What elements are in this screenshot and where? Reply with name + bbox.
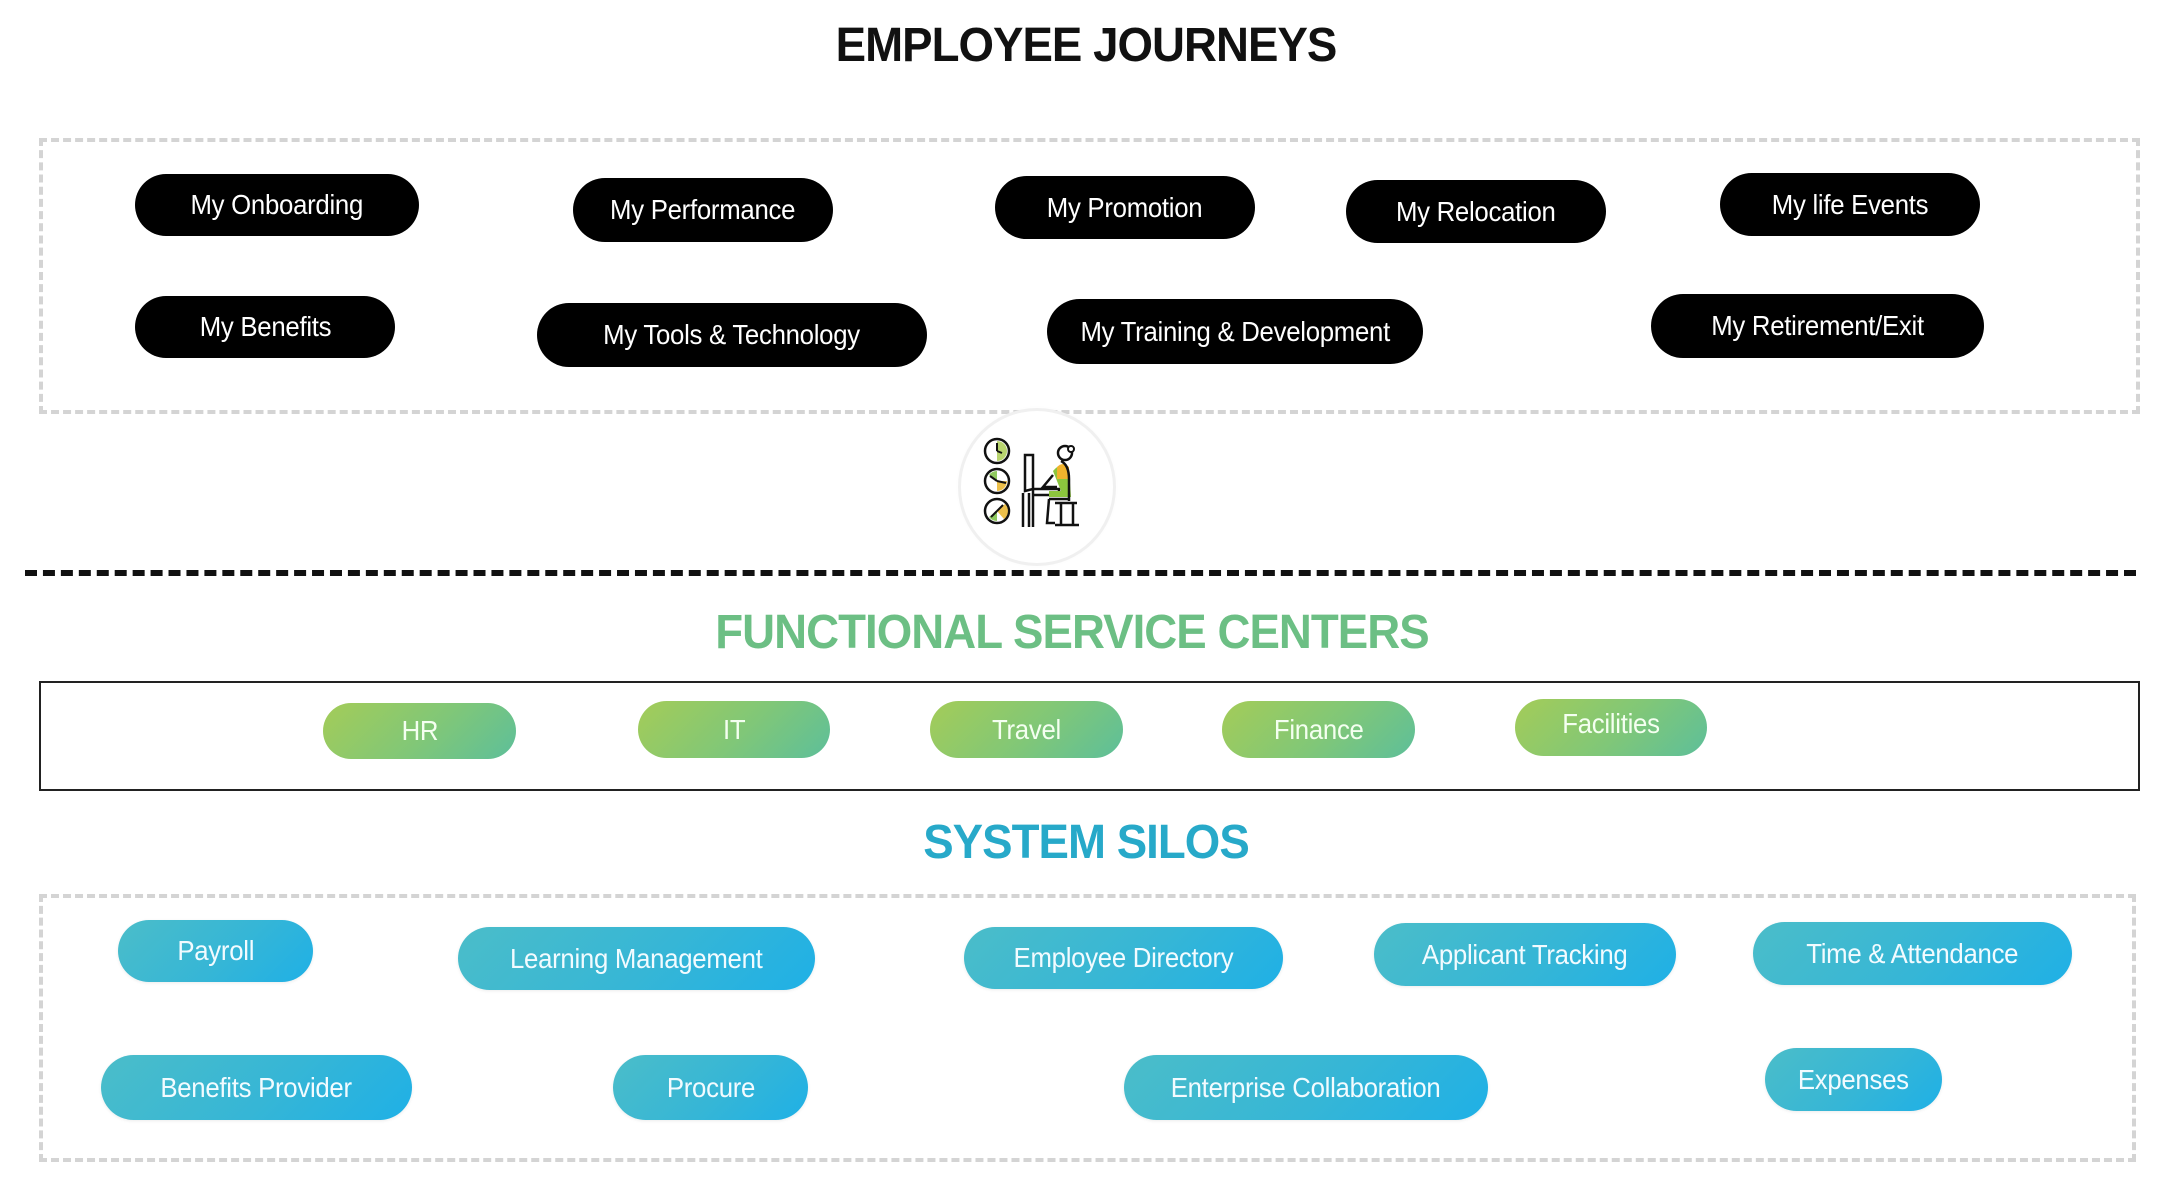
journey-pill-relocation[interactable]: My Relocation — [1346, 180, 1606, 243]
silo-pill-procure[interactable]: Procure — [613, 1055, 808, 1120]
service-center-pill-label: HR — [401, 715, 438, 746]
silo-pill-enterprise-collaboration[interactable]: Enterprise Collaboration — [1124, 1055, 1488, 1120]
clock-icon — [983, 497, 1011, 525]
section-divider — [25, 570, 2136, 576]
silo-pill-label: Enterprise Collaboration — [1171, 1071, 1441, 1103]
journey-pill-retirement-exit[interactable]: My Retirement/Exit — [1651, 294, 1984, 358]
person-icon — [1040, 444, 1079, 527]
silo-pill-label: Procure — [666, 1071, 755, 1103]
journey-pill-label: My Onboarding — [190, 189, 364, 220]
silo-pill-expenses[interactable]: Expenses — [1765, 1048, 1942, 1111]
silo-pill-label: Expenses — [1798, 1063, 1909, 1095]
system-silos-title: SYSTEM SILOS — [923, 816, 1250, 869]
silo-pill-employee-directory[interactable]: Employee Directory — [964, 927, 1283, 989]
journey-pill-promotion[interactable]: My Promotion — [995, 176, 1255, 239]
silo-pill-label: Applicant Tracking — [1422, 938, 1628, 970]
journey-pill-label: My Benefits — [199, 311, 331, 342]
service-center-pill-label: Facilities — [1562, 707, 1660, 739]
service-center-pill-facilities[interactable]: Facilities — [1515, 699, 1707, 756]
service-center-pill-finance[interactable]: Finance — [1222, 701, 1415, 758]
silo-pill-applicant-tracking[interactable]: Applicant Tracking — [1374, 923, 1676, 986]
silo-pill-label: Payroll — [177, 935, 254, 966]
workstation-illustration — [983, 437, 1079, 527]
journey-pill-label: My Tools & Technology — [603, 319, 861, 350]
silo-pill-label: Employee Directory — [1013, 942, 1234, 973]
silo-pill-label: Time & Attendance — [1806, 937, 2019, 969]
journey-pill-benefits[interactable]: My Benefits — [135, 296, 395, 358]
journey-pill-label: My life Events — [1771, 188, 1929, 220]
journey-pill-label: My Relocation — [1396, 195, 1556, 227]
silo-pill-label: Benefits Provider — [160, 1071, 353, 1103]
employee-journeys-title: EMPLOYEE JOURNEYS — [835, 19, 1338, 72]
journey-pill-label: My Performance — [610, 194, 796, 225]
journey-pill-tools-technology[interactable]: My Tools & Technology — [537, 303, 927, 367]
journey-pill-label: My Promotion — [1047, 191, 1203, 223]
service-center-pill-travel[interactable]: Travel — [930, 701, 1123, 758]
service-center-pill-it[interactable]: IT — [638, 701, 830, 758]
service-center-pill-label: IT — [722, 713, 746, 745]
silo-pill-time-attendance[interactable]: Time & Attendance — [1753, 922, 2072, 985]
silo-pill-learning-management[interactable]: Learning Management — [458, 927, 815, 990]
functional-service-centers-title: FUNCTIONAL SERVICE CENTERS — [715, 606, 1429, 659]
journey-pill-performance[interactable]: My Performance — [573, 178, 833, 242]
service-center-pill-label: Travel — [992, 713, 1061, 745]
silo-pill-benefits-provider[interactable]: Benefits Provider — [101, 1055, 412, 1120]
journey-pill-label: My Training & Development — [1080, 315, 1390, 347]
clock-icon — [983, 467, 1011, 495]
silo-pill-payroll[interactable]: Payroll — [118, 920, 313, 982]
journey-pill-life-events[interactable]: My life Events — [1720, 173, 1980, 236]
service-center-pill-hr[interactable]: HR — [323, 703, 516, 759]
service-center-pill-label: Finance — [1273, 713, 1364, 745]
silo-pill-label: Learning Management — [510, 942, 763, 974]
journey-pill-onboarding[interactable]: My Onboarding — [135, 174, 419, 236]
employee-workstation-icon — [961, 411, 1113, 563]
clock-icon — [983, 437, 1011, 465]
journey-pill-training-development[interactable]: My Training & Development — [1047, 299, 1423, 364]
journey-pill-label: My Retirement/Exit — [1711, 310, 1924, 341]
